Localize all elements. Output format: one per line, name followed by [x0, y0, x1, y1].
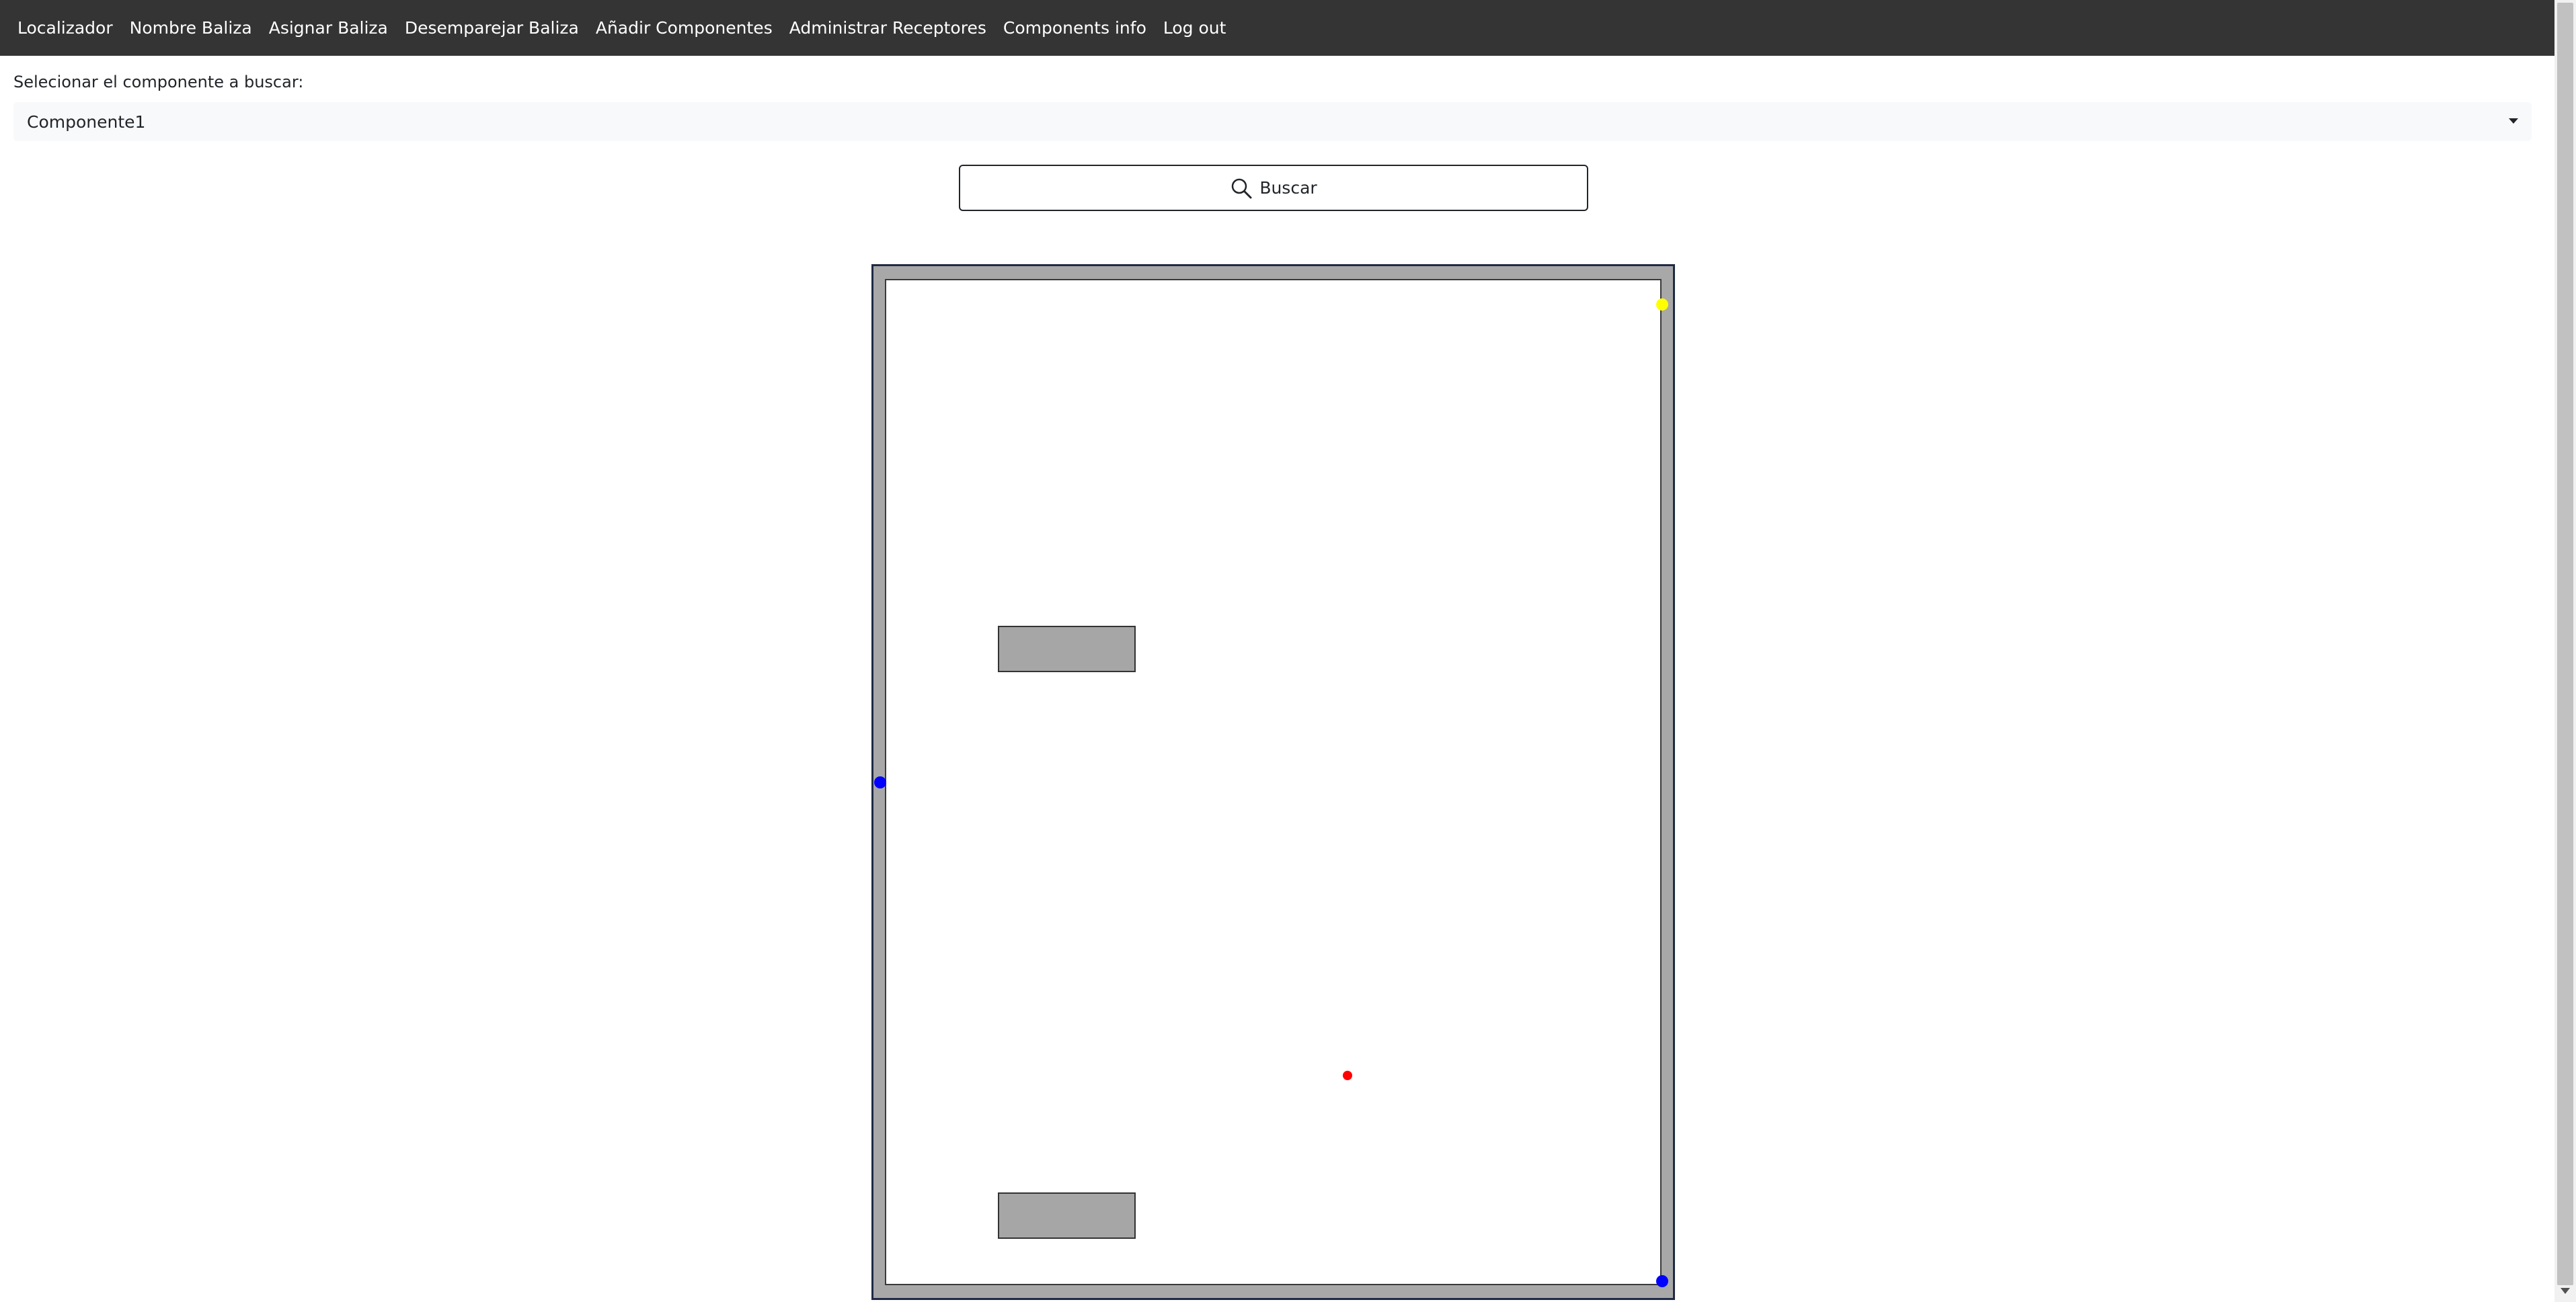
- map-obstacle: [998, 626, 1136, 672]
- receptor-blue-dot: [874, 776, 886, 788]
- search-button[interactable]: Buscar: [959, 165, 1588, 211]
- nav-administrar-receptores[interactable]: Administrar Receptores: [789, 18, 986, 38]
- receptor-blue-dot: [1656, 1275, 1668, 1287]
- located-component-dot: [1343, 1071, 1352, 1080]
- map-obstacle: [998, 1192, 1136, 1239]
- nav-desemparejar-baliza[interactable]: Desemparejar Baliza: [405, 18, 579, 38]
- scroll-down-arrow-icon[interactable]: [2561, 1288, 2570, 1294]
- chevron-down-icon: [2509, 118, 2518, 124]
- floor-map-room: [885, 279, 1662, 1285]
- receptor-yellow-dot: [1656, 298, 1668, 311]
- scrollbar-thumb[interactable]: [2557, 3, 2573, 1285]
- top-navbar: Localizador Nombre Baliza Asignar Baliza…: [0, 0, 2554, 56]
- component-select-value: Componente1: [27, 112, 146, 132]
- component-select[interactable]: Componente1: [13, 102, 2532, 141]
- nav-log-out[interactable]: Log out: [1163, 18, 1226, 38]
- nav-components-info[interactable]: Components info: [1003, 18, 1146, 38]
- nav-nombre-baliza[interactable]: Nombre Baliza: [130, 18, 252, 38]
- component-select-label: Selecionar el componente a buscar:: [13, 73, 304, 91]
- search-icon: [1232, 178, 1252, 198]
- nav-asignar-baliza[interactable]: Asignar Baliza: [269, 18, 388, 38]
- nav-anadir-componentes[interactable]: Añadir Componentes: [596, 18, 773, 38]
- search-button-label: Buscar: [1259, 178, 1317, 198]
- nav-localizador[interactable]: Localizador: [17, 18, 113, 38]
